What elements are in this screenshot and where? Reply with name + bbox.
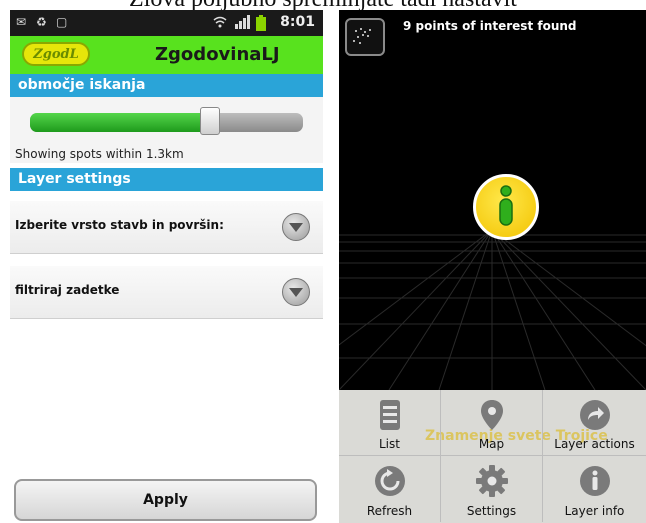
menu-label-map: Map: [478, 437, 505, 451]
menu-item-refresh[interactable]: Refresh: [339, 456, 441, 522]
app-title: ZgodovinaLJ: [155, 44, 280, 65]
gear-icon: [475, 465, 508, 497]
radar-icon[interactable]: [345, 18, 385, 56]
mail-icon: ✉: [16, 15, 27, 29]
sim-icon: ▢: [56, 15, 68, 29]
wifi-icon: [213, 15, 227, 29]
poi-count-text: 9 points of interest found: [403, 19, 577, 33]
menu-item-layer-actions[interactable]: Layer actions: [543, 390, 646, 456]
menu-label-settings: Settings: [466, 504, 517, 518]
menu-label-list: List: [379, 437, 400, 451]
filter-results-row[interactable]: filtriraj zadetke: [10, 266, 323, 319]
menu-label-layer-actions: Layer actions: [554, 437, 635, 451]
poi-marker[interactable]: [473, 174, 539, 240]
building-type-label: Izberite vrsto stavb in površin:: [15, 218, 224, 232]
range-slider-thumb[interactable]: [200, 107, 221, 135]
range-slider-fill: [30, 113, 211, 132]
section-header-search-area: območje iskanja: [10, 74, 323, 97]
range-slider-area: Showing spots within 1.3km: [10, 97, 323, 163]
list-icon: [379, 400, 400, 430]
menu-item-list[interactable]: List: [339, 390, 441, 456]
menu-label-refresh: Refresh: [366, 504, 413, 518]
refresh-icon: [374, 466, 405, 496]
settings-screen: ✉ ♻ ▢ 8:01 ZgodL ZgodovinaLJ območje isk…: [10, 10, 323, 523]
map-pin-icon: [480, 400, 503, 430]
status-bar: ✉ ♻ ▢ 8:01: [10, 10, 323, 36]
apply-button[interactable]: Apply: [14, 479, 317, 521]
ar-camera-screen: 9 points of interest found Znamenje svet…: [339, 10, 646, 523]
menu-item-settings[interactable]: Settings: [441, 456, 543, 522]
building-type-row[interactable]: Izberite vrsto stavb in površin:: [10, 201, 323, 254]
range-slider-track[interactable]: [30, 113, 303, 132]
signal-icon: [234, 15, 250, 29]
recycle-icon: ♻: [36, 15, 47, 29]
menu-label-layer-info: Layer info: [564, 504, 625, 518]
app-logo: ZgodL: [22, 42, 90, 66]
filter-results-label: filtriraj zadetke: [15, 283, 120, 297]
menu-item-layer-info[interactable]: Layer info: [543, 456, 646, 522]
status-time: 8:01: [280, 14, 315, 30]
range-caption: Showing spots within 1.3km: [15, 147, 184, 161]
options-menu: Znamenje svete Trojice List Map Layer ac…: [339, 390, 646, 523]
section-header-layer-settings: Layer settings: [10, 168, 323, 191]
chevron-down-icon[interactable]: [282, 278, 310, 306]
chevron-down-icon[interactable]: [282, 213, 310, 241]
share-arrow-icon: [579, 400, 610, 430]
info-icon: [579, 466, 610, 496]
battery-icon: [256, 15, 270, 31]
ar-view[interactable]: 9 points of interest found: [339, 10, 646, 390]
info-icon: [499, 185, 513, 226]
app-bar: ZgodL ZgodovinaLJ: [10, 36, 323, 74]
menu-item-map[interactable]: Map: [441, 390, 543, 456]
